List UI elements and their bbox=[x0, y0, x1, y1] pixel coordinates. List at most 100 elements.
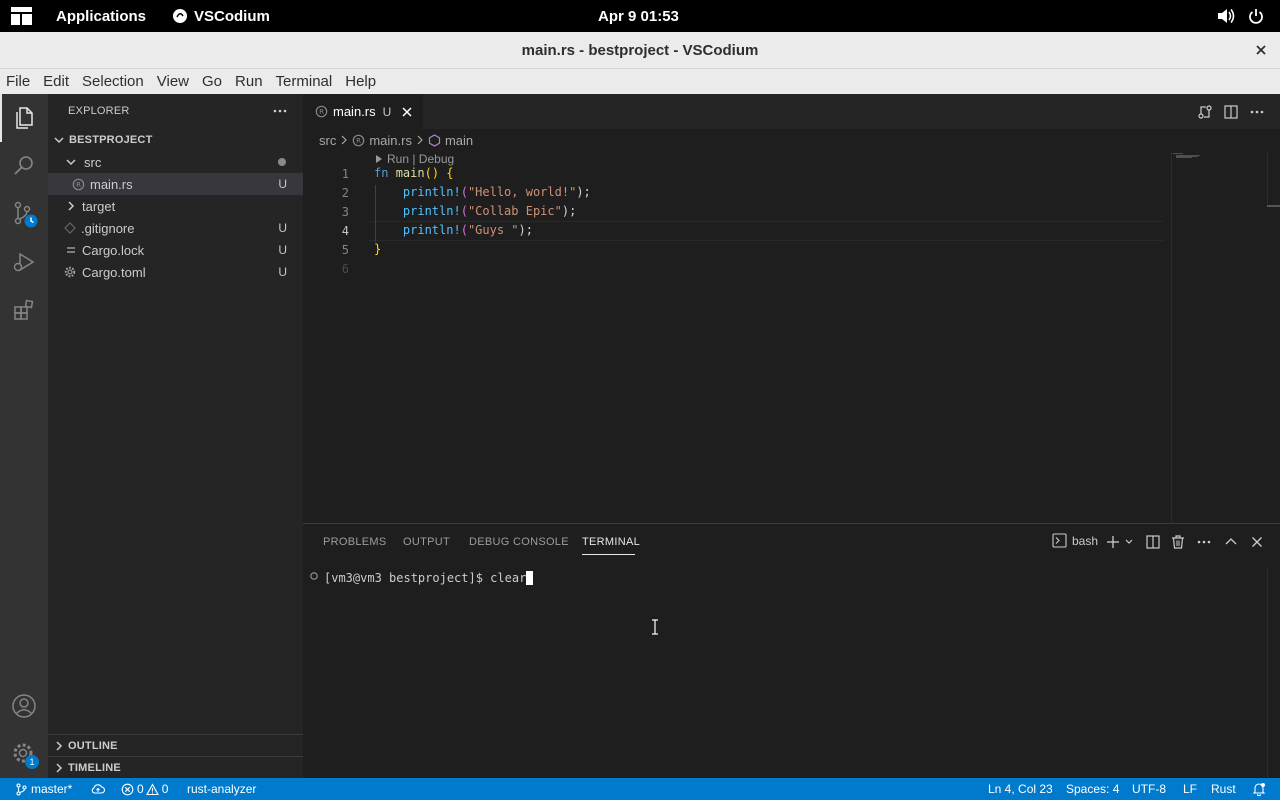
editor-tab-bar: R main.rs U bbox=[303, 94, 1280, 129]
menu-terminal[interactable]: Terminal bbox=[276, 73, 333, 90]
encoding[interactable]: UTF-8 bbox=[1132, 778, 1166, 800]
minimap-separator bbox=[1171, 151, 1172, 523]
scroll-cursor-marker bbox=[1267, 205, 1280, 207]
sync-icon[interactable] bbox=[91, 778, 105, 800]
brace: } bbox=[374, 242, 382, 256]
active-tab-underline bbox=[582, 554, 635, 555]
close-panel-icon[interactable] bbox=[1249, 534, 1265, 550]
terminal-cursor bbox=[526, 571, 534, 585]
open-changes-icon[interactable] bbox=[1197, 104, 1213, 120]
applications-menu[interactable]: Applications bbox=[56, 0, 146, 32]
shell-name: bash bbox=[1072, 533, 1099, 548]
chevron-down-icon[interactable] bbox=[1124, 537, 1134, 547]
more-actions-icon[interactable] bbox=[272, 103, 288, 119]
menu-view[interactable]: View bbox=[157, 73, 189, 90]
vscodium-app-icon[interactable] bbox=[172, 0, 188, 32]
active-app-name[interactable]: VSCodium bbox=[194, 0, 270, 32]
breadcrumb-file[interactable]: main.rs bbox=[369, 133, 412, 148]
notifications-icon[interactable] bbox=[1252, 778, 1266, 800]
tab-terminal[interactable]: TERMINAL bbox=[582, 536, 640, 548]
volume-icon[interactable] bbox=[1217, 0, 1235, 32]
tab-label: main.rs bbox=[333, 104, 376, 119]
run-debug-activity[interactable] bbox=[0, 238, 48, 286]
minimap[interactable] bbox=[1173, 153, 1203, 159]
trash-icon[interactable] bbox=[1170, 534, 1186, 550]
terminal-scrollbar[interactable] bbox=[1267, 568, 1280, 778]
tree-item-cargo-toml[interactable]: Cargo.toml U bbox=[48, 261, 303, 283]
breadcrumb-symbol[interactable]: main bbox=[445, 133, 473, 148]
command-decoration-icon[interactable] bbox=[309, 571, 319, 581]
menu-file[interactable]: File bbox=[6, 73, 30, 90]
system-top-bar: Applications VSCodium Apr 9 01:53 bbox=[0, 0, 1280, 32]
rust-file-icon: R bbox=[315, 105, 328, 118]
language-server-status[interactable]: rust-analyzer bbox=[187, 778, 256, 800]
codelens[interactable]: Run | Debug bbox=[374, 152, 454, 166]
extensions-activity[interactable] bbox=[0, 286, 48, 334]
split-editor-icon[interactable] bbox=[1223, 104, 1239, 120]
string-literal: "Guys " bbox=[467, 223, 519, 237]
terminal-output[interactable]: [vm3@vm3 bestproject]$ clear bbox=[324, 571, 534, 585]
timeline-section[interactable]: TIMELINE bbox=[48, 756, 303, 778]
language-mode[interactable]: Rust bbox=[1211, 778, 1236, 800]
project-root[interactable]: BESTPROJECT bbox=[48, 129, 303, 151]
tree-item-label: .gitignore bbox=[81, 220, 135, 236]
menu-run[interactable]: Run bbox=[235, 73, 263, 90]
tab-output[interactable]: OUTPUT bbox=[403, 536, 450, 548]
clock[interactable]: Apr 9 01:53 bbox=[598, 0, 679, 32]
outline-label: OUTLINE bbox=[68, 739, 118, 752]
indentation[interactable]: Spaces: 4 bbox=[1066, 778, 1119, 800]
terminal-instance[interactable]: bash bbox=[1052, 533, 1098, 548]
accounts-activity[interactable] bbox=[0, 682, 48, 730]
svg-text:R: R bbox=[76, 181, 81, 189]
editor-more-icon[interactable] bbox=[1249, 104, 1265, 120]
error-count: 0 bbox=[137, 782, 144, 796]
line-number: 5 bbox=[341, 243, 349, 257]
menu-edit[interactable]: Edit bbox=[43, 73, 69, 90]
menu-help[interactable]: Help bbox=[345, 73, 376, 90]
chevron-up-icon[interactable] bbox=[1223, 534, 1239, 550]
menu-go[interactable]: Go bbox=[202, 73, 222, 90]
window-title: main.rs - bestproject - VSCodium bbox=[521, 42, 759, 59]
line-number: 2 bbox=[341, 186, 349, 200]
problems-indicator[interactable]: 0 0 bbox=[121, 778, 168, 800]
end-of-line[interactable]: LF bbox=[1183, 778, 1197, 800]
tree-item-cargo-lock[interactable]: Cargo.lock U bbox=[48, 239, 303, 261]
tree-item-src[interactable]: src bbox=[48, 151, 303, 173]
menu-selection[interactable]: Selection bbox=[82, 73, 144, 90]
tab-close-icon[interactable] bbox=[401, 106, 413, 118]
editor-scrollbar[interactable] bbox=[1267, 151, 1280, 207]
explorer-header: EXPLORER bbox=[68, 105, 130, 117]
code-editor[interactable]: Run | Debug 1 2 3 4 5 6 fn main() { prin… bbox=[303, 151, 1280, 523]
explorer-activity[interactable] bbox=[0, 94, 48, 142]
power-icon[interactable] bbox=[1248, 0, 1264, 32]
source-control-icon bbox=[10, 200, 38, 228]
new-terminal-icon[interactable] bbox=[1105, 534, 1121, 550]
window-title-bar[interactable]: main.rs - bestproject - VSCodium bbox=[0, 32, 1280, 69]
line-number: 4 bbox=[341, 224, 349, 238]
breadcrumb-src[interactable]: src bbox=[319, 133, 336, 148]
code-line: } bbox=[374, 242, 381, 256]
split-terminal-icon[interactable] bbox=[1145, 534, 1161, 550]
warning-icon bbox=[145, 782, 159, 795]
source-control-activity[interactable] bbox=[0, 190, 48, 238]
panel-more-icon[interactable] bbox=[1196, 534, 1212, 550]
activity-bar: 1 bbox=[0, 94, 48, 778]
gear-file-icon bbox=[64, 266, 76, 278]
activities-icon[interactable] bbox=[11, 0, 32, 32]
tree-item-gitignore[interactable]: .gitignore U bbox=[48, 217, 303, 239]
search-activity[interactable] bbox=[0, 142, 48, 190]
branch-indicator[interactable]: master* bbox=[15, 778, 72, 800]
files-icon bbox=[12, 106, 36, 130]
cursor-position[interactable]: Ln 4, Col 23 bbox=[988, 778, 1053, 800]
window-close-icon[interactable] bbox=[1252, 41, 1270, 59]
chevron-down-icon bbox=[52, 133, 66, 147]
tab-debug-console[interactable]: DEBUG CONSOLE bbox=[469, 536, 569, 548]
untracked-badge: U bbox=[278, 221, 287, 235]
tree-item-main-rs[interactable]: R main.rs U bbox=[48, 173, 303, 195]
tab-problems[interactable]: PROBLEMS bbox=[323, 536, 387, 548]
tab-main-rs[interactable]: R main.rs U bbox=[303, 94, 423, 129]
tab-untracked-badge: U bbox=[382, 104, 392, 119]
tree-item-target[interactable]: target bbox=[48, 195, 303, 217]
manage-activity[interactable]: 1 bbox=[0, 730, 48, 778]
outline-section[interactable]: OUTLINE bbox=[48, 734, 303, 756]
